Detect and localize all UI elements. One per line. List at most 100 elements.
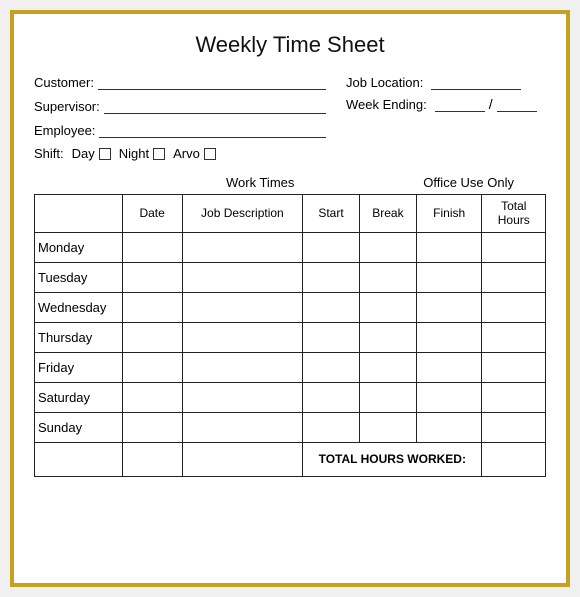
jobdesc-cell[interactable]: [182, 322, 302, 352]
employee-row: Employee:: [34, 122, 326, 138]
table-row: Saturday: [35, 382, 546, 412]
start-cell[interactable]: [303, 382, 360, 412]
total-empty-2: [122, 442, 182, 476]
shift-arvo-label: Arvo: [173, 146, 200, 161]
employee-label: Employee:: [34, 123, 95, 138]
total-empty-3: [182, 442, 302, 476]
break-cell[interactable]: [359, 322, 416, 352]
total-label: TOTAL HOURS WORKED:: [303, 442, 482, 476]
table-body: Monday Tuesday Wednesday Thursday: [35, 232, 546, 476]
shift-label: Shift:: [34, 146, 64, 161]
supervisor-input[interactable]: [104, 98, 326, 114]
table-row: Monday: [35, 232, 546, 262]
finish-cell[interactable]: [416, 262, 482, 292]
customer-row: Customer:: [34, 74, 326, 90]
job-location-row: Job Location:: [346, 74, 546, 90]
col-header-day: [35, 195, 123, 233]
day-cell: Tuesday: [35, 262, 123, 292]
col-header-total: TotalHours: [482, 195, 546, 233]
finish-cell[interactable]: [416, 292, 482, 322]
employee-input[interactable]: [99, 122, 326, 138]
start-cell[interactable]: [303, 232, 360, 262]
slash: /: [489, 96, 493, 112]
day-cell: Wednesday: [35, 292, 123, 322]
total-cell[interactable]: [482, 352, 546, 382]
break-cell[interactable]: [359, 382, 416, 412]
day-cell: Monday: [35, 232, 123, 262]
week-ending-row: Week Ending: /: [346, 96, 546, 112]
date-cell[interactable]: [122, 412, 182, 442]
start-cell[interactable]: [303, 352, 360, 382]
finish-cell[interactable]: [416, 232, 482, 262]
day-cell: Saturday: [35, 382, 123, 412]
total-cell[interactable]: [482, 262, 546, 292]
week-ending-label: Week Ending:: [346, 97, 427, 112]
jobdesc-cell[interactable]: [182, 292, 302, 322]
table-row: Wednesday: [35, 292, 546, 322]
jobdesc-cell[interactable]: [182, 412, 302, 442]
total-empty-1: [35, 442, 123, 476]
total-cell[interactable]: [482, 232, 546, 262]
shift-arvo: Arvo: [173, 146, 216, 161]
jobdesc-cell[interactable]: [182, 232, 302, 262]
start-cell[interactable]: [303, 292, 360, 322]
finish-cell[interactable]: [416, 322, 482, 352]
shift-day: Day: [72, 146, 111, 161]
job-location-label: Job Location:: [346, 75, 423, 90]
customer-input[interactable]: [98, 74, 326, 90]
form-section: Customer: Supervisor: Employee: Shift: D…: [34, 74, 546, 171]
shift-night-checkbox[interactable]: [153, 148, 165, 160]
start-cell[interactable]: [303, 262, 360, 292]
supervisor-row: Supervisor:: [34, 98, 326, 114]
total-cell[interactable]: [482, 322, 546, 352]
page-title: Weekly Time Sheet: [34, 32, 546, 58]
date-cell[interactable]: [122, 262, 182, 292]
break-cell[interactable]: [359, 292, 416, 322]
date-cell[interactable]: [122, 352, 182, 382]
page: Weekly Time Sheet Customer: Supervisor: …: [10, 10, 570, 587]
table-row: Thursday: [35, 322, 546, 352]
shift-day-label: Day: [72, 146, 95, 161]
date-cell[interactable]: [122, 232, 182, 262]
col-header-date: Date: [122, 195, 182, 233]
finish-cell[interactable]: [416, 382, 482, 412]
total-cell[interactable]: [482, 382, 546, 412]
col-header-break: Break: [359, 195, 416, 233]
finish-cell[interactable]: [416, 352, 482, 382]
finish-cell[interactable]: [416, 412, 482, 442]
date-cell[interactable]: [122, 322, 182, 352]
office-use-label: Office Use Only: [423, 175, 514, 190]
table-row: Friday: [35, 352, 546, 382]
shift-arvo-checkbox[interactable]: [204, 148, 216, 160]
total-value[interactable]: [482, 442, 546, 476]
week-ending-month-input[interactable]: [435, 96, 485, 112]
jobdesc-cell[interactable]: [182, 262, 302, 292]
week-ending-year-input[interactable]: [497, 96, 537, 112]
total-cell[interactable]: [482, 292, 546, 322]
supervisor-label: Supervisor:: [34, 99, 100, 114]
date-cell[interactable]: [122, 382, 182, 412]
table-row: Sunday: [35, 412, 546, 442]
shift-day-checkbox[interactable]: [99, 148, 111, 160]
work-times-label: Work Times: [226, 175, 294, 190]
day-cell: Sunday: [35, 412, 123, 442]
customer-label: Customer:: [34, 75, 94, 90]
total-cell[interactable]: [482, 412, 546, 442]
day-cell: Friday: [35, 352, 123, 382]
col-header-jobdesc: Job Description: [182, 195, 302, 233]
start-cell[interactable]: [303, 322, 360, 352]
job-location-input[interactable]: [431, 74, 521, 90]
column-headers-labels: Work Times Office Use Only: [34, 175, 546, 190]
break-cell[interactable]: [359, 352, 416, 382]
total-hours-row: TOTAL HOURS WORKED:: [35, 442, 546, 476]
table-header-row: Date Job Description Start Break Finish …: [35, 195, 546, 233]
break-cell[interactable]: [359, 232, 416, 262]
break-cell[interactable]: [359, 412, 416, 442]
day-cell: Thursday: [35, 322, 123, 352]
start-cell[interactable]: [303, 412, 360, 442]
col-header-start: Start: [303, 195, 360, 233]
date-cell[interactable]: [122, 292, 182, 322]
jobdesc-cell[interactable]: [182, 382, 302, 412]
break-cell[interactable]: [359, 262, 416, 292]
jobdesc-cell[interactable]: [182, 352, 302, 382]
